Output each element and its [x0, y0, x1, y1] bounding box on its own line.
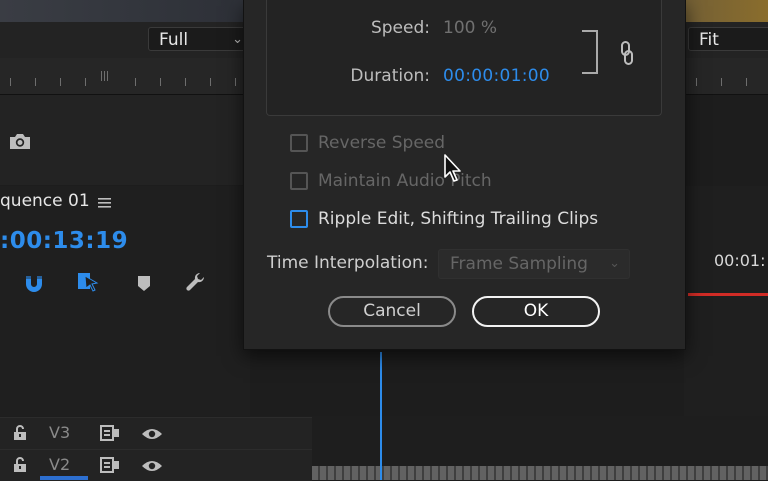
ripple-edit-checkbox[interactable]: [290, 210, 308, 228]
ruler-tick: [235, 78, 236, 86]
maintain-audio-pitch-label: Maintain Audio Pitch: [318, 171, 492, 191]
render-bar-red: [688, 293, 768, 296]
ruler-tick: [185, 78, 186, 86]
chevron-down-icon: ⌄: [232, 32, 243, 47]
ruler-tick: [60, 78, 61, 86]
track-target-indicator: [40, 476, 88, 480]
ruler-tick: [85, 78, 86, 86]
speed-label: Speed:: [370, 18, 430, 38]
sync-lock-icon[interactable]: [100, 457, 120, 473]
ruler-tick: [107, 71, 108, 81]
ruler-tick: [104, 71, 105, 81]
time-interpolation-label: Time Interpolation:: [267, 253, 429, 273]
time-interpolation-select[interactable]: Frame Sampling ⌄: [438, 249, 630, 279]
track-label: V3: [49, 423, 71, 442]
time-interpolation-value: Frame Sampling: [450, 254, 588, 274]
playhead-timecode[interactable]: :00:13:19: [0, 228, 128, 254]
playhead-line[interactable]: [380, 352, 382, 480]
add-marker-icon[interactable]: [135, 273, 157, 295]
speed-value-field[interactable]: 100 %: [443, 18, 497, 38]
maintain-audio-pitch-checkbox[interactable]: [290, 172, 308, 190]
chevron-down-icon: ⌄: [609, 256, 620, 271]
duration-value-field[interactable]: 00:00:01:00: [443, 66, 550, 86]
reverse-speed-label: Reverse Speed: [318, 133, 446, 153]
eye-icon[interactable]: [141, 459, 163, 473]
track-header-v3[interactable]: V3: [0, 417, 312, 449]
sequence-title[interactable]: quence 01: [0, 191, 90, 211]
timeline-ruler-right: [684, 186, 768, 416]
transport-controls: [0, 95, 250, 185]
timeline-ruler-timecode: 00:01:: [714, 251, 766, 270]
ruler-tick: [35, 78, 36, 86]
snap-magnet-icon[interactable]: [23, 272, 45, 294]
lock-open-icon[interactable]: [13, 425, 27, 441]
linked-selection-icon[interactable]: [77, 271, 99, 293]
ruler-tick: [101, 71, 102, 81]
monitor-time-ruler[interactable]: [0, 58, 250, 95]
eye-icon[interactable]: [141, 427, 163, 441]
cancel-button[interactable]: Cancel: [328, 296, 456, 327]
reverse-speed-checkbox[interactable]: [290, 134, 308, 152]
ruler-tick: [160, 78, 161, 86]
hamburger-menu-icon[interactable]: [97, 196, 113, 210]
chain-link-icon[interactable]: [618, 40, 636, 66]
ruler-tick: [10, 78, 11, 86]
ok-button[interactable]: OK: [472, 296, 600, 327]
ruler-tick: [721, 78, 722, 86]
sync-lock-icon[interactable]: [100, 425, 120, 441]
timeline-panel: [0, 186, 250, 416]
link-bracket: [582, 30, 598, 74]
duration-label: Duration:: [350, 66, 430, 86]
lock-open-icon[interactable]: [13, 457, 27, 473]
mouse-cursor-icon: [444, 154, 461, 182]
track-label: V2: [49, 455, 71, 474]
ruler-tick: [746, 78, 747, 86]
monitor-time-ruler-right[interactable]: [684, 58, 768, 95]
zoom-level-select[interactable]: Full ⌄: [148, 27, 250, 51]
ruler-tick: [135, 78, 136, 86]
ruler-tick: [696, 78, 697, 86]
camera-icon[interactable]: [8, 131, 32, 151]
ruler-tick: [210, 78, 211, 86]
ripple-edit-label: Ripple Edit, Shifting Trailing Clips: [318, 209, 599, 229]
wrench-icon[interactable]: [185, 271, 207, 293]
zoom-level-value: Full: [159, 30, 189, 50]
fit-select[interactable]: Fit: [688, 27, 768, 51]
fit-value: Fit: [699, 30, 719, 50]
